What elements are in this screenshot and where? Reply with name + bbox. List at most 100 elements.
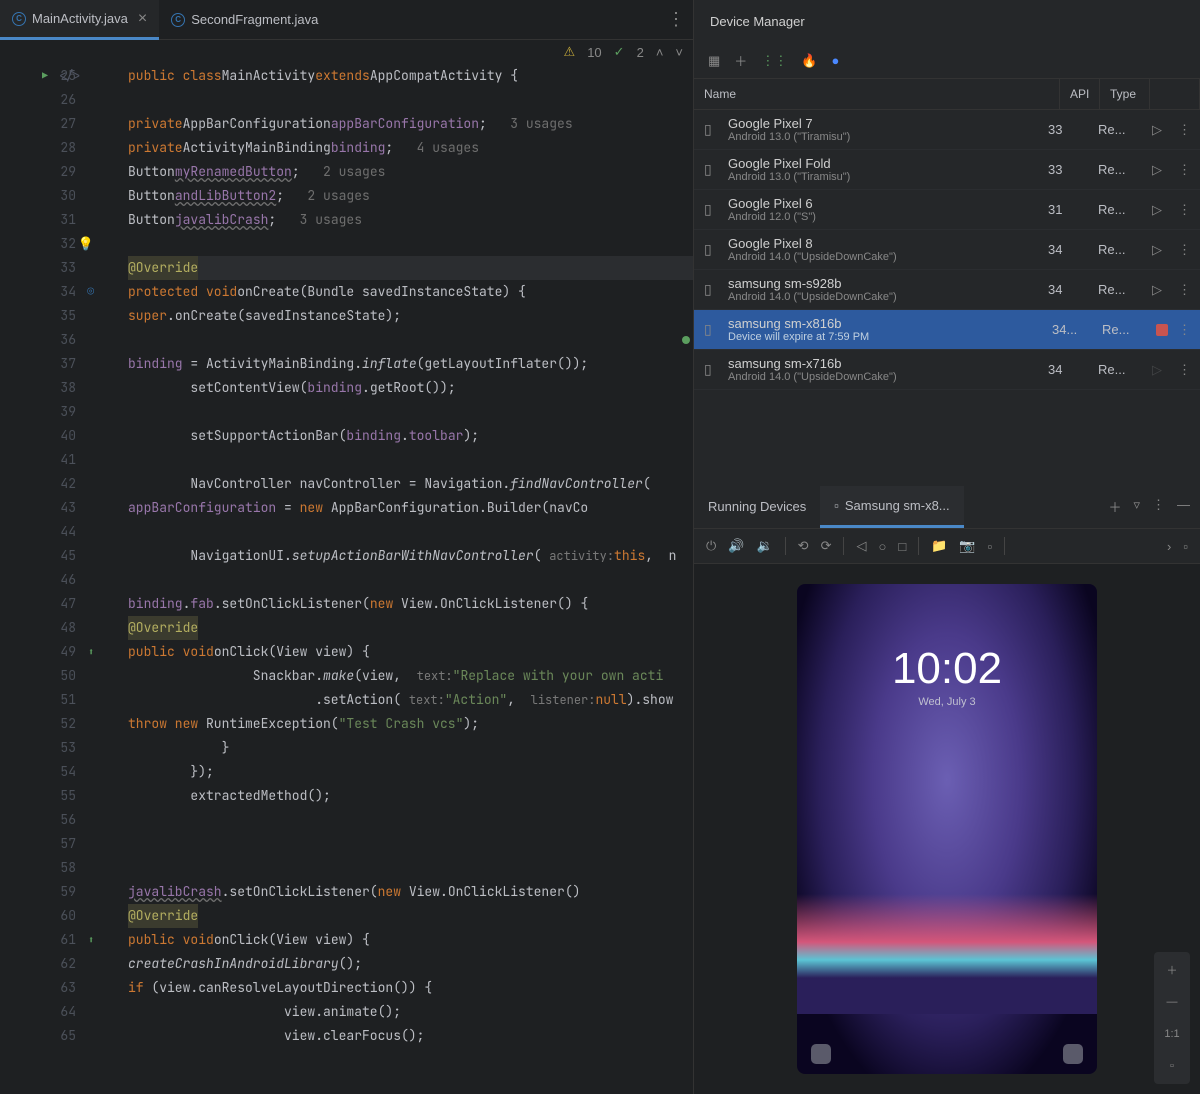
rotate-right-icon[interactable]: ⟳ — [821, 538, 832, 554]
run-icon[interactable]: ▷ — [1152, 362, 1168, 378]
device-api: 34... — [1052, 322, 1092, 337]
more-icon[interactable]: ⋮ — [1178, 162, 1190, 178]
device-row[interactable]: ▯Google Pixel 7Android 13.0 ("Tiramisu")… — [694, 110, 1200, 150]
device-subtitle: Device will expire at 7:59 PM — [728, 331, 1042, 343]
device-screen[interactable]: 10:02 Wed, July 3 — [797, 584, 1097, 1074]
more-icon[interactable]: ⋮ — [1178, 202, 1190, 218]
code-area[interactable]: public class MainActivity extends AppCom… — [100, 64, 693, 1094]
device-controls-toolbar: ⏻ 🔊 🔉 ⟲ ⟳ ◁ ○ □ 📁 📷 ▫ › ▫ — [694, 529, 1200, 564]
device-type: Re... — [1098, 282, 1142, 297]
device-subtitle: Android 12.0 ("S") — [728, 211, 1038, 223]
device-name: samsung sm-x716b — [728, 356, 1038, 371]
weak-warning-icon[interactable]: ✓ — [614, 44, 625, 60]
device-name: samsung sm-s928b — [728, 276, 1038, 291]
shortcut-left[interactable] — [811, 1044, 831, 1064]
more-icon[interactable]: ⋮ — [1178, 242, 1190, 258]
run-icon[interactable]: ▷ — [1152, 242, 1168, 258]
run-icon[interactable]: ▷ — [1152, 122, 1168, 138]
col-type[interactable]: Type — [1100, 79, 1150, 109]
add-icon[interactable]: ＋ — [1108, 497, 1121, 516]
device-table: Name API Type ▯Google Pixel 7Android 13.… — [694, 79, 1200, 390]
lock-screen-clock: 10:02 Wed, July 3 — [797, 644, 1097, 708]
device-manager-toolbar: ▦ ＋ ⋮⋮ 🔥 ● — [694, 43, 1200, 79]
rotate-left-icon[interactable]: ⟲ — [798, 538, 809, 554]
zoom-fit-icon[interactable]: ▫ — [1160, 1054, 1184, 1078]
device-row[interactable]: ▯samsung sm-s928bAndroid 14.0 ("UpsideDo… — [694, 270, 1200, 310]
more-icon[interactable]: ⋮ — [1152, 497, 1165, 516]
device-subtitle: Android 14.0 ("UpsideDownCake") — [728, 291, 1038, 303]
device-name: Google Pixel 7 — [728, 116, 1038, 131]
run-icon[interactable]: ▷ — [1152, 162, 1168, 178]
tab-label: SecondFragment.java — [191, 12, 318, 27]
add-device-icon[interactable]: ＋ — [734, 51, 747, 70]
more-icon[interactable]: ⋮ — [1178, 282, 1190, 298]
samsung-icon[interactable]: ● — [832, 53, 840, 68]
zoom-ratio[interactable]: 1:1 — [1160, 1022, 1184, 1046]
running-devices-actions: ＋ ▿ ⋮ — — [1108, 497, 1200, 516]
zoom-in-icon[interactable]: ＋ — [1160, 958, 1184, 982]
device-api: 34 — [1048, 282, 1088, 297]
device-manager-title: Device Manager — [694, 0, 1200, 43]
weak-count: 2 — [637, 45, 644, 60]
run-icon[interactable]: ▷ — [1152, 202, 1168, 218]
phone-icon: ▯ — [704, 361, 718, 378]
device-row[interactable]: ▯Google Pixel 6Android 12.0 ("S")31Re...… — [694, 190, 1200, 230]
more-icon[interactable]: ⋮ — [1178, 322, 1190, 338]
device-api: 33 — [1048, 122, 1088, 137]
device-icon: ▫ — [834, 498, 839, 513]
col-api[interactable]: API — [1060, 79, 1100, 109]
run-icon[interactable]: ▷ — [1152, 282, 1168, 298]
chevron-down-icon[interactable]: ˅ — [675, 45, 683, 60]
table-header: Name API Type — [694, 79, 1200, 110]
lock-screen-shortcuts — [797, 1044, 1097, 1064]
device-type: Re... — [1098, 122, 1142, 137]
screenshot-icon[interactable]: 📷 — [959, 538, 975, 554]
home-icon[interactable]: ○ — [878, 539, 886, 554]
editor-inspection-bar: ⚠ 10 ✓ 2 ˄ ˅ — [0, 40, 693, 64]
folder-icon[interactable]: 📁 — [931, 538, 947, 554]
back-icon[interactable]: ◁ — [856, 538, 866, 554]
overview-icon[interactable]: □ — [898, 539, 906, 554]
volume-up-icon[interactable]: 🔊 — [728, 538, 744, 554]
device-subtitle: Android 13.0 ("Tiramisu") — [728, 171, 1038, 183]
device-type: Re... — [1102, 322, 1146, 337]
record-icon[interactable]: ▫ — [988, 539, 993, 554]
zoom-out-icon[interactable]: — — [1160, 990, 1184, 1014]
device-api: 34 — [1048, 242, 1088, 257]
filter-icon[interactable]: ▿ — [1133, 497, 1140, 516]
device-row[interactable]: ▯Google Pixel 8Android 14.0 ("UpsideDown… — [694, 230, 1200, 270]
tab-second-fragment[interactable]: C SecondFragment.java — [159, 0, 330, 40]
editor-body[interactable]: 25▶</>26272829303132💡3334◎35363738394041… — [0, 64, 693, 1094]
device-mirror-view[interactable]: 10:02 Wed, July 3 ＋ — 1:1 ▫ — [694, 564, 1200, 1094]
more-icon[interactable]: ⋮ — [1178, 122, 1190, 138]
device-row[interactable]: ▯samsung sm-x816bDevice will expire at 7… — [694, 310, 1200, 350]
tab-running-devices[interactable]: Running Devices — [694, 487, 820, 526]
power-icon[interactable]: ⏻ — [706, 538, 716, 554]
close-icon[interactable]: × — [138, 10, 147, 28]
shortcut-right[interactable] — [1063, 1044, 1083, 1064]
device-subtitle: Android 13.0 ("Tiramisu") — [728, 131, 1038, 143]
device-api: 31 — [1048, 202, 1088, 217]
wifi-pair-icon[interactable]: ⋮⋮ — [761, 53, 787, 69]
layout-icon[interactable]: ▫ — [1183, 539, 1188, 554]
stop-icon[interactable] — [1156, 324, 1168, 336]
warning-count: 10 — [587, 45, 601, 60]
right-pane: Device Manager ▦ ＋ ⋮⋮ 🔥 ● Name API Type … — [693, 0, 1200, 1094]
chevron-up-icon[interactable]: ˄ — [656, 45, 664, 60]
more-icon[interactable]: ⋮ — [1178, 362, 1190, 378]
device-api: 33 — [1048, 162, 1088, 177]
tab-main-activity[interactable]: C MainActivity.java × — [0, 0, 159, 40]
col-name[interactable]: Name — [694, 79, 1060, 109]
minimize-icon[interactable]: — — [1177, 497, 1190, 516]
volume-down-icon[interactable]: 🔉 — [756, 538, 772, 554]
grid-icon[interactable]: ▦ — [708, 53, 720, 69]
tab-more-icon[interactable]: ⋮ — [667, 9, 685, 30]
warning-icon[interactable]: ⚠ — [564, 44, 576, 60]
gutter[interactable]: 25▶</>26272829303132💡3334◎35363738394041… — [0, 64, 100, 1094]
firebase-icon[interactable]: 🔥 — [801, 53, 817, 69]
device-row[interactable]: ▯Google Pixel FoldAndroid 13.0 ("Tiramis… — [694, 150, 1200, 190]
device-row[interactable]: ▯samsung sm-x716bAndroid 14.0 ("UpsideDo… — [694, 350, 1200, 390]
expand-icon[interactable]: › — [1167, 539, 1171, 554]
device-type: Re... — [1098, 162, 1142, 177]
tab-samsung-device[interactable]: ▫ Samsung sm-x8... — [820, 486, 963, 528]
